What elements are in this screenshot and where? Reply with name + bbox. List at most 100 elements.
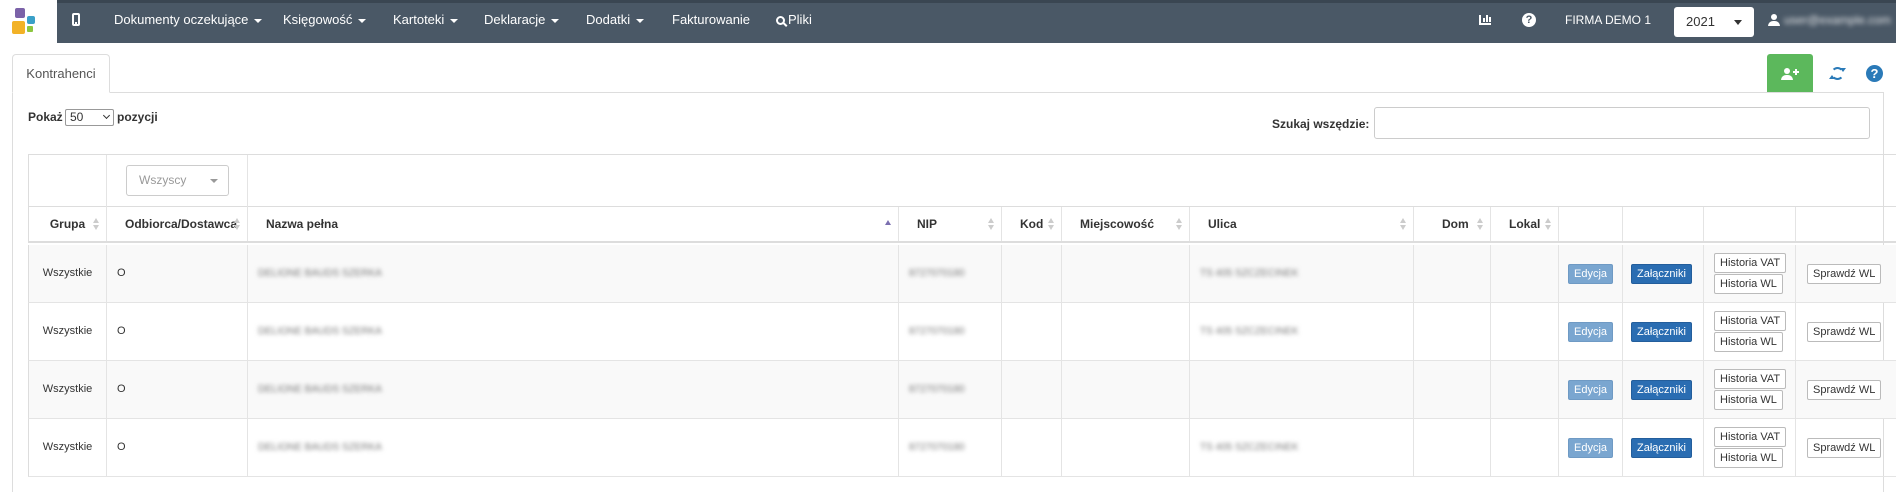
cell-grupa: Wszystkie xyxy=(29,361,107,418)
attachments-button[interactable]: Załączniki xyxy=(1631,438,1692,458)
col-header-grupa[interactable]: Grupa xyxy=(29,207,107,241)
check-wl-button[interactable]: Sprawdź WL xyxy=(1807,438,1882,458)
cell-nazwa: DELIONE BAUDS SZERKA xyxy=(248,303,899,360)
blurred-nip: 8727070180 xyxy=(909,442,965,453)
entries-label: pozycji xyxy=(117,110,158,124)
menu-label: Fakturowanie xyxy=(672,12,751,27)
blurred-street: TS 405 SZCZECINEK xyxy=(1200,442,1299,453)
menu-label: Kartoteki xyxy=(393,12,445,27)
caret-down-icon xyxy=(1734,20,1742,25)
cell-lokal xyxy=(1491,361,1559,418)
cell-kod xyxy=(1002,245,1062,302)
year-select[interactable]: 2021 xyxy=(1674,7,1754,37)
cell-miejscowosc xyxy=(1062,303,1190,360)
cell-typ: O xyxy=(107,419,248,476)
col-header-actions-1 xyxy=(1559,207,1623,241)
header-label: Nazwa pełna xyxy=(266,217,339,231)
sort-icon xyxy=(1545,218,1552,230)
edit-button[interactable]: Edycja xyxy=(1568,264,1614,284)
vat-history-button[interactable]: Historia VAT xyxy=(1714,311,1787,331)
wl-history-button[interactable]: Historia WL xyxy=(1714,332,1783,352)
menu-fakturowanie[interactable]: Fakturowanie xyxy=(672,0,750,40)
col-header-nazwa-pelna[interactable]: Nazwa pełna xyxy=(248,207,899,241)
cell-kod xyxy=(1002,361,1062,418)
cell-ulica: TS 405 SZCZECINEK xyxy=(1190,245,1414,302)
col-header-actions-2 xyxy=(1623,207,1704,241)
table-row[interactable]: Wszystkie O DELIONE BAUDS SZERKA 8727070… xyxy=(28,245,1896,303)
col-header-ulica[interactable]: Ulica xyxy=(1190,207,1414,241)
wl-history-button[interactable]: Historia WL xyxy=(1714,448,1783,468)
table-row[interactable]: Wszystkie O DELIONE BAUDS SZERKA 8727070… xyxy=(28,361,1896,419)
menu-pliki[interactable]: Pliki xyxy=(776,0,812,40)
company-name[interactable]: FIRMA DEMO 1 xyxy=(1565,0,1651,40)
edit-button[interactable]: Edycja xyxy=(1568,380,1614,400)
bar-chart-icon[interactable] xyxy=(1479,15,1491,25)
edit-button[interactable]: Edycja xyxy=(1568,322,1614,342)
mobile-icon[interactable] xyxy=(72,13,80,26)
check-wl-button[interactable]: Sprawdź WL xyxy=(1807,264,1882,284)
sort-icon xyxy=(1477,218,1484,230)
col-header-nip[interactable]: NIP xyxy=(899,207,1002,241)
add-contractor-button[interactable] xyxy=(1767,54,1813,92)
wl-history-button[interactable]: Historia WL xyxy=(1714,274,1783,294)
top-navbar: Dokumenty oczekujące Księgowość Kartotek… xyxy=(0,0,1896,43)
cell-ulica xyxy=(1190,361,1414,418)
menu-ksiegowosc[interactable]: Księgowość xyxy=(283,0,367,40)
cell-lokal xyxy=(1491,245,1559,302)
check-wl-button[interactable]: Sprawdź WL xyxy=(1807,322,1882,342)
user-email[interactable]: user@example.com xyxy=(1784,0,1891,40)
tab-kontrahenci[interactable]: Kontrahenci xyxy=(12,54,110,93)
col-header-dom[interactable]: Dom xyxy=(1414,207,1491,241)
check-wl-button[interactable]: Sprawdź WL xyxy=(1807,380,1882,400)
menu-dokumenty-oczekujace[interactable]: Dokumenty oczekujące xyxy=(114,0,263,40)
search-input[interactable] xyxy=(1374,107,1870,139)
page-size-select[interactable]: 50 xyxy=(65,109,114,126)
blurred-name: DELIONE BAUDS SZERKA xyxy=(258,268,382,279)
table-header: Grupa Odbiorca/Dostawca Nazwa pełna NIP … xyxy=(28,207,1896,243)
table-row[interactable]: Wszystkie O DELIONE BAUDS SZERKA 8727070… xyxy=(28,303,1896,361)
blurred-street: TS 405 SZCZECINEK xyxy=(1200,268,1299,279)
header-label: Ulica xyxy=(1208,217,1237,231)
menu-deklaracje[interactable]: Deklaracje xyxy=(484,0,560,40)
help-circle-icon[interactable]: ? xyxy=(1866,65,1883,82)
user-icon[interactable] xyxy=(1768,14,1780,26)
col-header-miejscowosc[interactable]: Miejscowość xyxy=(1062,207,1190,241)
cell-typ: O xyxy=(107,361,248,418)
caret-down-icon xyxy=(450,18,459,23)
sort-icon xyxy=(1400,218,1407,230)
supplier-filter-select[interactable]: Wszyscy xyxy=(126,165,229,196)
vat-history-button[interactable]: Historia VAT xyxy=(1714,369,1787,389)
sort-icon xyxy=(93,218,100,230)
edit-button[interactable]: Edycja xyxy=(1568,438,1614,458)
attachments-button[interactable]: Załączniki xyxy=(1631,380,1692,400)
table-row[interactable]: Wszystkie O DELIONE BAUDS SZERKA 8727070… xyxy=(28,419,1896,477)
vat-history-button[interactable]: Historia VAT xyxy=(1714,253,1787,273)
refresh-icon[interactable] xyxy=(1829,67,1846,80)
caret-down-icon xyxy=(210,179,218,183)
cell-typ: O xyxy=(107,245,248,302)
tab-divider xyxy=(12,92,1884,93)
show-label: Pokaż xyxy=(28,110,63,124)
blurred-nip: 8727070180 xyxy=(909,384,965,395)
col-header-odbiorca-dostawca[interactable]: Odbiorca/Dostawca xyxy=(107,207,248,241)
attachments-button[interactable]: Załączniki xyxy=(1631,322,1692,342)
cell-kod xyxy=(1002,303,1062,360)
col-header-kod[interactable]: Kod xyxy=(1002,207,1062,241)
vat-history-button[interactable]: Historia VAT xyxy=(1714,427,1787,447)
help-icon[interactable]: ? xyxy=(1522,13,1536,27)
menu-dodatki[interactable]: Dodatki xyxy=(586,0,645,40)
cell-ulica: TS 405 SZCZECINEK xyxy=(1190,303,1414,360)
cell-nip: 8727070180 xyxy=(899,361,1002,418)
blurred-name: DELIONE BAUDS SZERKA xyxy=(258,442,382,453)
cell-edit: Edycja xyxy=(1559,303,1623,360)
app-logo[interactable] xyxy=(12,8,42,38)
col-header-lokal[interactable]: Lokal xyxy=(1491,207,1559,241)
wl-history-button[interactable]: Historia WL xyxy=(1714,390,1783,410)
attachments-button[interactable]: Załączniki xyxy=(1631,264,1692,284)
menu-kartoteki[interactable]: Kartoteki xyxy=(393,0,459,40)
cell-attachments: Załączniki xyxy=(1623,245,1704,302)
sort-icon xyxy=(1176,218,1183,230)
cell-check-wl: Sprawdź WL xyxy=(1796,303,1896,360)
cell-attachments: Załączniki xyxy=(1623,419,1704,476)
col-header-actions-4 xyxy=(1796,207,1896,241)
